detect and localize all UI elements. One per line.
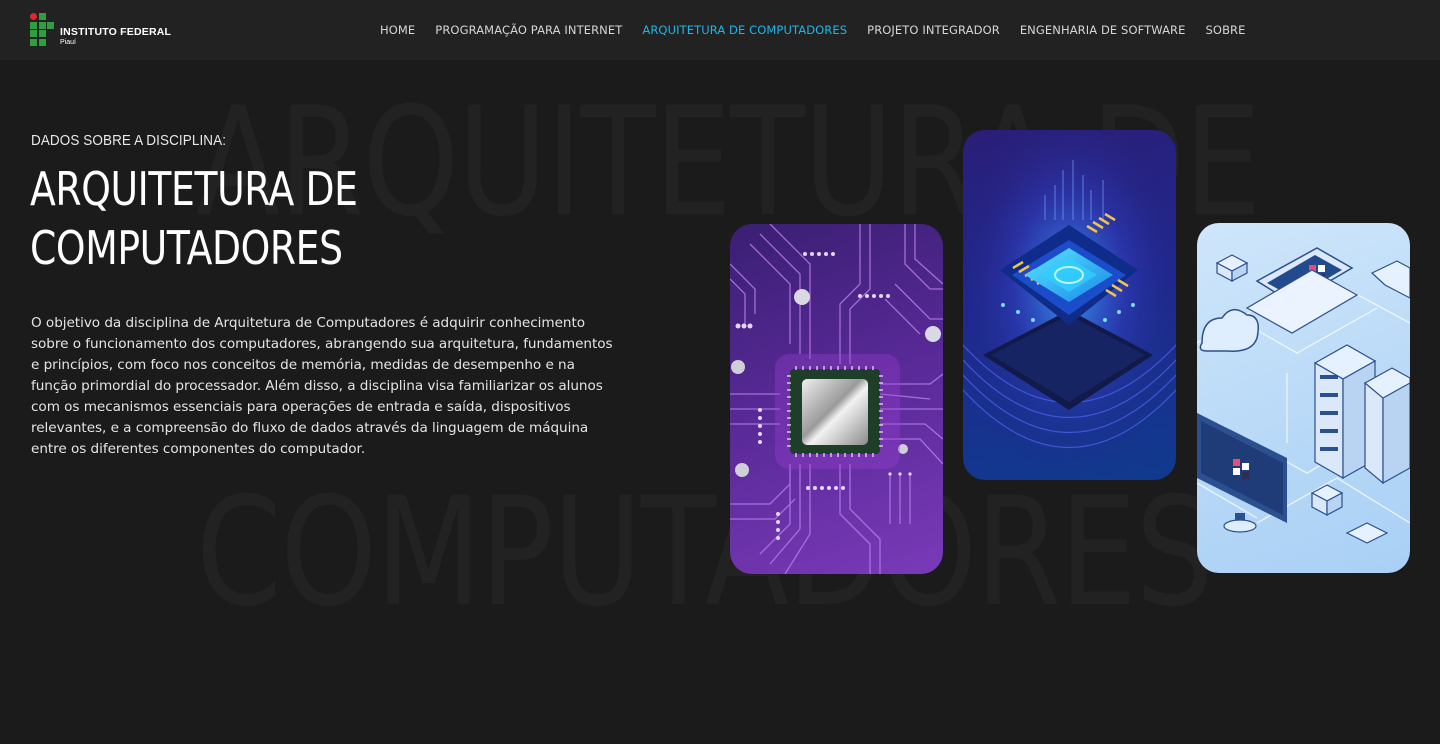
instituto-federal-logo[interactable]: INSTITUTO FEDERAL Piauí: [30, 13, 171, 46]
nav-projeto-integrador[interactable]: PROJETO INTEGRADOR: [867, 23, 1000, 37]
processor-glow-icon: [963, 130, 1176, 480]
logo-text: INSTITUTO FEDERAL Piauí: [60, 27, 171, 46]
course-description: O objetivo da disciplina de Arquitetura …: [31, 315, 613, 457]
logo-title: INSTITUTO FEDERAL: [60, 26, 172, 38]
nav-home[interactable]: HOME: [380, 23, 415, 37]
nav-arquitetura-de-computadores[interactable]: ARQUITETURA DE COMPUTADORES: [642, 23, 847, 37]
page-title-line1: ARQUITETURA DE: [30, 162, 358, 216]
logo-subtitle: Piauí: [60, 38, 76, 46]
nav-programacao-para-internet[interactable]: PROGRAMAÇÃO PARA INTERNET: [435, 23, 622, 37]
network-servers-icon: [1197, 247, 1410, 544]
card-circuit-chip[interactable]: [730, 224, 943, 574]
page-title: ARQUITETURA DE COMPUTADORES: [30, 160, 456, 278]
logo-mark-icon: [30, 13, 54, 46]
circuit-chip-icon: [730, 224, 943, 574]
nav-sobre[interactable]: SOBRE: [1206, 23, 1246, 37]
card-processor-glow[interactable]: [963, 130, 1176, 480]
card-network-servers[interactable]: [1197, 223, 1410, 573]
page-title-line2: COMPUTADORES: [30, 221, 343, 275]
nav-engenharia-de-software[interactable]: ENGENHARIA DE SOFTWARE: [1020, 23, 1186, 37]
section-eyebrow: DADOS SOBRE A DISCIPLINA:: [31, 132, 227, 149]
navbar: INSTITUTO FEDERAL Piauí HOME PROGRAMAÇÃO…: [0, 0, 1440, 60]
background-title-line2: COMPUTADORES: [196, 466, 1213, 640]
main-nav: HOME PROGRAMAÇÃO PARA INTERNET ARQUITETU…: [380, 0, 1266, 60]
